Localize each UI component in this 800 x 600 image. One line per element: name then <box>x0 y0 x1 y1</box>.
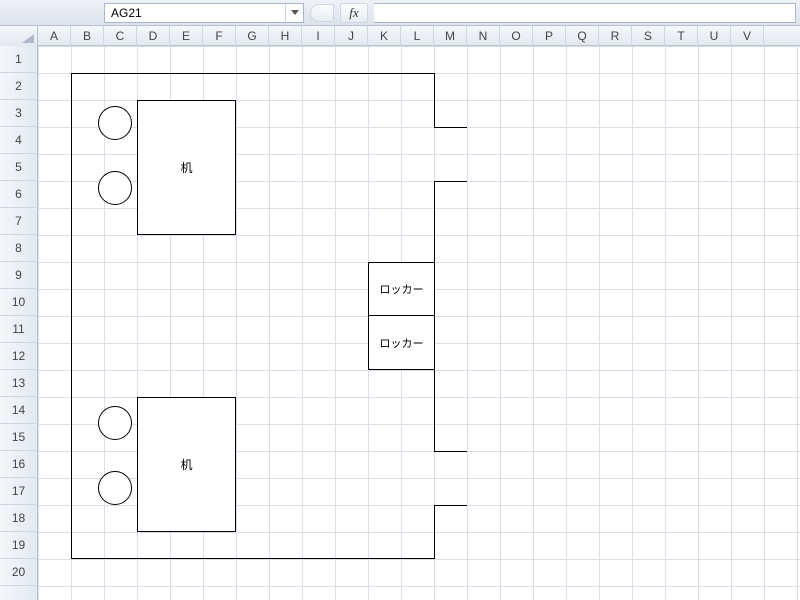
col-header[interactable]: B <box>71 26 104 46</box>
col-header[interactable]: T <box>665 26 698 46</box>
row-header[interactable]: 16 <box>0 451 37 478</box>
desk-2-label: 机 <box>180 456 192 473</box>
name-box[interactable]: AG21 <box>104 3 304 23</box>
row-header[interactable]: 4 <box>0 127 37 154</box>
formula-input[interactable] <box>374 3 796 23</box>
row-header[interactable]: 3 <box>0 100 37 127</box>
row-header[interactable]: 8 <box>0 235 37 262</box>
row-header[interactable]: 9 <box>0 262 37 289</box>
row-header[interactable]: 7 <box>0 208 37 235</box>
door-top-upper <box>434 127 467 128</box>
col-header[interactable]: D <box>137 26 170 46</box>
col-header[interactable]: H <box>269 26 302 46</box>
row-header[interactable]: 14 <box>0 397 37 424</box>
locker-1-label: ロッカー <box>380 281 424 297</box>
col-header[interactable]: V <box>731 26 764 46</box>
door-bottom-lower <box>434 505 467 506</box>
chair-circle[interactable] <box>98 406 132 440</box>
col-header[interactable]: U <box>698 26 731 46</box>
chair-circle[interactable] <box>98 171 132 205</box>
col-header[interactable]: S <box>632 26 665 46</box>
chair-circle[interactable] <box>98 471 132 505</box>
row-header[interactable]: 17 <box>0 478 37 505</box>
formula-bar: AG21 fx <box>0 0 800 26</box>
col-header[interactable]: P <box>533 26 566 46</box>
col-header[interactable]: C <box>104 26 137 46</box>
row-header[interactable]: 11 <box>0 316 37 343</box>
fx-icon: fx <box>349 5 358 21</box>
locker-2[interactable]: ロッカー <box>368 316 434 370</box>
row-headers: 1 2 3 4 5 6 7 8 9 10 11 12 13 14 15 16 1… <box>0 46 38 600</box>
row-header[interactable]: 19 <box>0 532 37 559</box>
row-header[interactable]: 2 <box>0 73 37 100</box>
col-header[interactable]: Q <box>566 26 599 46</box>
insert-function-button[interactable]: fx <box>340 3 368 23</box>
worksheet[interactable]: A B C D E F G H I J K L M N O P Q R S T … <box>0 26 800 600</box>
col-header[interactable]: F <box>203 26 236 46</box>
select-all-corner[interactable] <box>0 26 38 46</box>
row-header[interactable]: 6 <box>0 181 37 208</box>
row-header[interactable]: 10 <box>0 289 37 316</box>
col-header[interactable]: R <box>599 26 632 46</box>
col-header[interactable]: G <box>236 26 269 46</box>
row-header[interactable]: 12 <box>0 343 37 370</box>
locker-1[interactable]: ロッカー <box>368 262 434 316</box>
col-header[interactable]: J <box>335 26 368 46</box>
col-header[interactable]: N <box>467 26 500 46</box>
door-bottom-upper <box>434 451 467 452</box>
col-header[interactable]: K <box>368 26 401 46</box>
desk-2[interactable]: 机 <box>137 397 236 532</box>
door-top-lower <box>434 181 467 182</box>
col-header[interactable]: L <box>401 26 434 46</box>
col-header[interactable]: O <box>500 26 533 46</box>
col-header[interactable]: I <box>302 26 335 46</box>
col-header[interactable]: A <box>38 26 71 46</box>
row-header[interactable]: 20 <box>0 559 37 586</box>
row-header[interactable]: 5 <box>0 154 37 181</box>
chevron-down-icon[interactable] <box>285 4 303 22</box>
row-header[interactable]: 13 <box>0 370 37 397</box>
name-box-value: AG21 <box>105 6 285 20</box>
row-header[interactable]: 15 <box>0 424 37 451</box>
col-header[interactable]: M <box>434 26 467 46</box>
desk-1[interactable]: 机 <box>137 100 236 235</box>
chair-circle[interactable] <box>98 106 132 140</box>
col-header[interactable]: E <box>170 26 203 46</box>
column-headers: A B C D E F G H I J K L M N O P Q R S T … <box>0 26 800 46</box>
desk-1-label: 机 <box>180 159 192 176</box>
row-header[interactable]: 1 <box>0 46 37 73</box>
row-header[interactable]: 18 <box>0 505 37 532</box>
locker-2-label: ロッカー <box>380 335 424 351</box>
fx-expand-icon[interactable] <box>310 4 334 22</box>
